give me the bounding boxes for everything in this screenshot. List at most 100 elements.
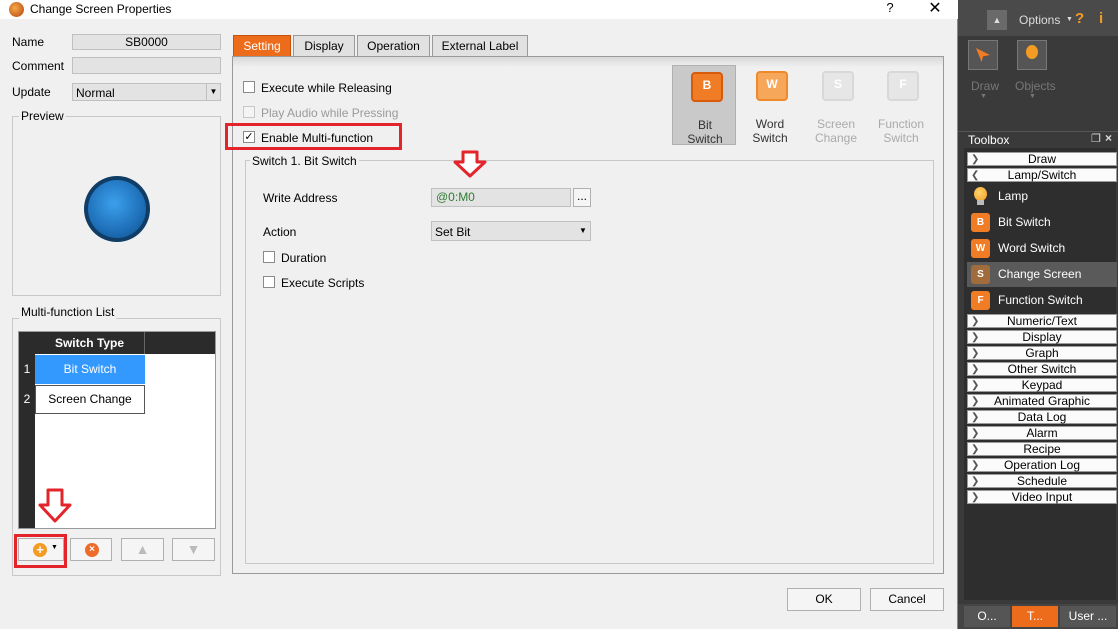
toolbox-section[interactable]: ❯ Other Switch	[967, 362, 1117, 376]
bit-switch-label: Bit Switch	[687, 118, 723, 146]
list-item[interactable]: Bit Switch	[35, 355, 145, 384]
chevron-right-icon: ❯	[971, 396, 980, 407]
ok-button[interactable]: OK	[787, 588, 861, 611]
duration-checkbox[interactable]	[263, 251, 275, 263]
close-button[interactable]: ✕	[924, 0, 946, 18]
toolbox-section[interactable]: ❯ Schedule	[967, 474, 1117, 488]
toolbox-item-lamp[interactable]: Lamp	[967, 184, 1117, 209]
toolbox-section-draw[interactable]: ❯ Draw	[967, 152, 1117, 166]
float-window-icon[interactable]: ❐	[1091, 132, 1101, 145]
toolbox-section[interactable]: ❯ Operation Log	[967, 458, 1117, 472]
tab-external-label[interactable]: External Label	[432, 35, 528, 56]
toolbox-section[interactable]: ❯ Keypad	[967, 378, 1117, 392]
name-label: Name	[12, 35, 45, 49]
toolbox-item-label: Change Screen	[998, 267, 1082, 281]
play-audio-checkbox[interactable]	[243, 106, 255, 118]
info-icon[interactable]: i	[1099, 10, 1103, 27]
toolbox-section[interactable]: ❯ Animated Graphic	[967, 394, 1117, 408]
objects-button[interactable]	[1017, 40, 1047, 70]
multifunction-list-label: Multi-function List	[19, 305, 117, 319]
row-index: 2	[23, 392, 31, 406]
collapse-ribbon-button[interactable]: ▲	[987, 10, 1007, 30]
toolbox-item-bit-switch[interactable]: B Bit Switch	[967, 210, 1117, 235]
move-up-button[interactable]: ▲	[121, 538, 164, 561]
chevron-right-icon: ❯	[971, 316, 980, 327]
execute-releasing-checkbox[interactable]	[243, 81, 255, 93]
toolbox-item-change-screen[interactable]: S Change Screen	[967, 262, 1117, 287]
list-item[interactable]: Screen Change	[35, 385, 145, 414]
toolbox-section-lamp-switch[interactable]: ❮ Lamp/Switch	[967, 168, 1117, 182]
draw-button[interactable]	[968, 40, 998, 70]
action-select[interactable]: Set Bit ▼	[431, 221, 591, 241]
write-address-label: Write Address	[263, 191, 338, 205]
bulb-icon	[1026, 45, 1038, 59]
word-switch-icon: W	[971, 239, 990, 258]
arrow-down-icon: ▼	[186, 541, 201, 557]
screen-change-type-button[interactable]: S Screen Change	[804, 65, 868, 145]
tab-setting[interactable]: Setting	[233, 35, 291, 56]
toolbox-item-function-switch[interactable]: F Function Switch	[967, 288, 1117, 313]
options-menu[interactable]: Options	[1019, 13, 1060, 27]
preview-lamp	[84, 176, 150, 242]
chevron-down-icon: ▼	[1066, 16, 1073, 23]
toolbox-section[interactable]: ❯ Numeric/Text	[967, 314, 1117, 328]
tab-operation[interactable]: Operation	[357, 35, 430, 56]
chevron-right-icon: ❯	[971, 380, 980, 391]
update-select[interactable]: Normal ▼	[72, 83, 221, 101]
execute-releasing-label: Execute while Releasing	[261, 81, 392, 95]
enable-multifunction-highlight	[225, 123, 402, 150]
cancel-button[interactable]: Cancel	[870, 588, 944, 611]
toolbox-item-label: Bit Switch	[998, 215, 1051, 229]
play-audio-label: Play Audio while Pressing	[261, 106, 399, 120]
screen-change-label: Screen Change	[814, 117, 858, 145]
comment-label: Comment	[12, 59, 65, 73]
chevron-down-icon: ❮	[971, 170, 980, 181]
help-icon[interactable]: ?	[1075, 10, 1084, 27]
screen-change-icon: S	[822, 71, 854, 101]
word-switch-type-button[interactable]: W Word Switch	[738, 65, 802, 145]
function-switch-type-button[interactable]: F Function Switch	[869, 65, 933, 145]
toolbox-section[interactable]: ❯ Alarm	[967, 426, 1117, 440]
toolbox-section[interactable]: ❯ Recipe	[967, 442, 1117, 456]
bottom-tab-toolbox[interactable]: T...	[1012, 606, 1058, 627]
chevron-up-icon: ▲	[992, 15, 1002, 25]
chevron-right-icon: ❯	[971, 332, 980, 343]
properties-dialog: Change Screen Properties ? ✕ Name SB0000…	[0, 0, 958, 629]
name-field[interactable]: SB0000	[72, 34, 221, 50]
close-icon[interactable]: ×	[1105, 131, 1112, 145]
help-button[interactable]: ?	[880, 0, 900, 18]
cursor-icon	[976, 48, 990, 62]
move-down-button[interactable]: ▼	[172, 538, 215, 561]
comment-field[interactable]	[72, 57, 221, 74]
delete-button[interactable]: ×	[70, 538, 112, 561]
browse-address-button[interactable]: ...	[573, 188, 591, 207]
toolbox-item-label: Function Switch	[998, 293, 1083, 307]
switch-group-title: Switch 1. Bit Switch	[250, 154, 359, 168]
chevron-right-icon: ❯	[971, 364, 980, 375]
duration-label: Duration	[281, 251, 327, 265]
write-address-input[interactable]: @0:M0	[431, 188, 571, 207]
title-bar: Change Screen Properties ? ✕	[0, 0, 958, 19]
execute-scripts-label: Execute Scripts	[281, 276, 365, 290]
toolbox-item-word-switch[interactable]: W Word Switch	[967, 236, 1117, 261]
bottom-tab-objects[interactable]: O...	[964, 606, 1010, 627]
chevron-right-icon: ❯	[971, 476, 980, 487]
chevron-right-icon: ❯	[971, 154, 980, 165]
toolbox-section[interactable]: ❯ Graph	[967, 346, 1117, 360]
bottom-tab-user[interactable]: User ...	[1060, 606, 1116, 627]
tab-display[interactable]: Display	[293, 35, 355, 56]
arrow-down-icon	[453, 150, 487, 178]
chevron-down-icon: ▼	[1029, 93, 1036, 100]
bit-switch-type-button[interactable]: B Bit Switch	[672, 65, 736, 146]
toolbox-section[interactable]: ❯ Display	[967, 330, 1117, 344]
execute-scripts-checkbox[interactable]	[263, 276, 275, 288]
update-select-value: Normal	[76, 86, 115, 100]
update-label: Update	[12, 85, 51, 99]
bit-switch-icon: B	[971, 213, 990, 232]
chevron-right-icon: ❯	[971, 444, 980, 455]
toolbox-section[interactable]: ❯ Video Input	[967, 490, 1117, 504]
toolbox-section[interactable]: ❯ Data Log	[967, 410, 1117, 424]
toolbox-title: Toolbox	[968, 133, 1010, 147]
chevron-right-icon: ❯	[971, 428, 980, 439]
arrow-down-icon	[38, 488, 72, 523]
